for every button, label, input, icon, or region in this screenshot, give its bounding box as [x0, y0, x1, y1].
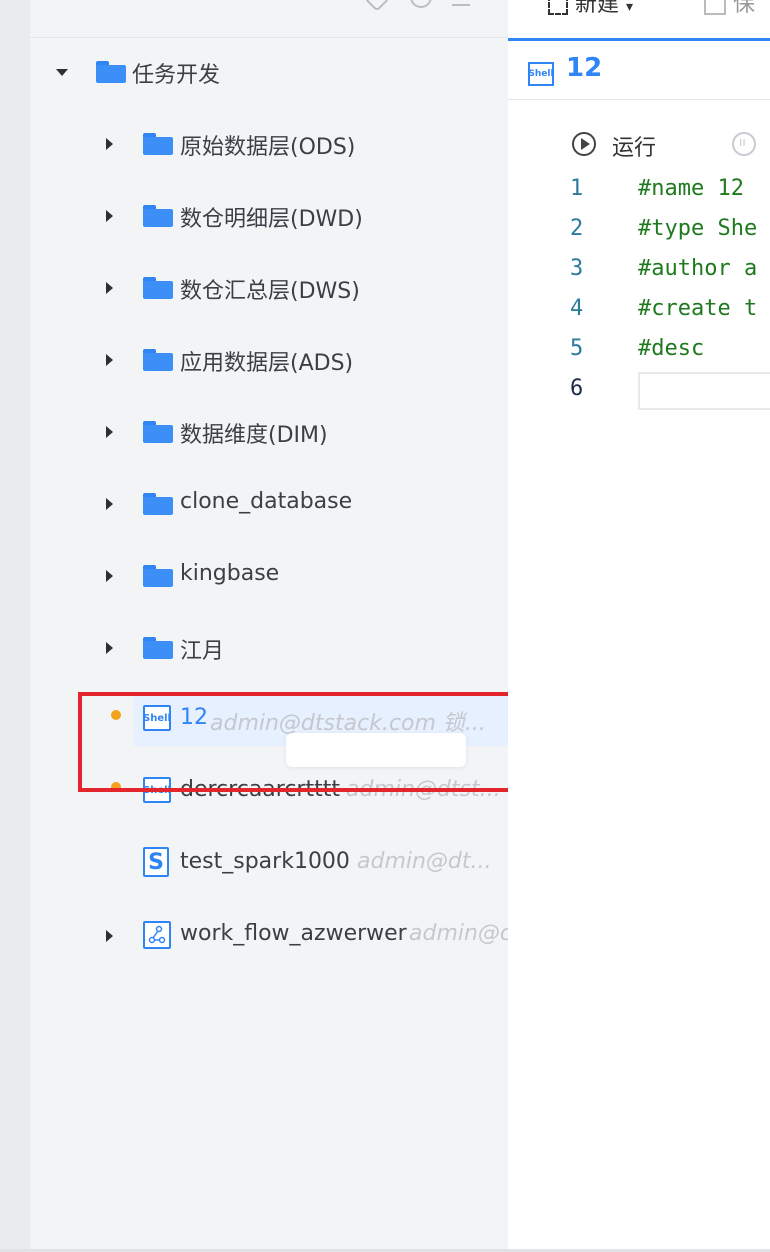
caret-right-icon[interactable]: [106, 138, 113, 150]
workflow-file-icon: [143, 921, 171, 949]
caret-right-icon[interactable]: [106, 642, 113, 654]
run-icon[interactable]: [572, 132, 596, 156]
tree-folder-dwd[interactable]: 数仓明细层(DWD): [30, 194, 508, 238]
tree-folder-dim[interactable]: 数据维度(DIM): [30, 410, 508, 454]
save-button[interactable]: 保: [704, 0, 755, 18]
tree-task-meta: admin@c: [409, 921, 508, 946]
tree-folder-label: 数仓汇总层(DWS): [180, 279, 360, 304]
code-line[interactable]: 2 #type She: [508, 216, 770, 256]
tree-folder-label: 数据维度(DIM): [180, 423, 328, 448]
folder-icon: [143, 133, 173, 155]
folder-open-icon: [96, 61, 126, 83]
caret-right-icon[interactable]: [106, 354, 113, 366]
refresh-icon[interactable]: [410, 0, 432, 8]
left-gutter: [0, 0, 30, 1252]
tree-folder-ads[interactable]: 应用数据层(ADS): [30, 338, 508, 382]
tree-folder-label: 应用数据层(ADS): [180, 351, 354, 376]
folder-icon: [143, 421, 173, 443]
line-number: 5: [570, 336, 584, 361]
tree-task-work-flow-azwerwer[interactable]: work_flow_azwerwer admin@c: [30, 914, 508, 958]
stop-icon[interactable]: [732, 132, 756, 156]
spark-file-icon: S: [143, 847, 169, 877]
tab-title: 12: [566, 53, 603, 83]
folder-icon: [143, 637, 173, 659]
save-button-label: 保: [733, 0, 756, 17]
folder-icon: [143, 205, 173, 227]
tree-task-name: work_flow_azwerwer: [180, 921, 407, 946]
caret-down-icon[interactable]: [56, 69, 68, 76]
tree-task-test-spark1000[interactable]: S test_spark1000 admin@dt...: [30, 842, 508, 886]
shell-tab-icon: Shell: [528, 62, 554, 86]
line-number: 4: [570, 296, 584, 321]
caret-right-icon[interactable]: [106, 930, 113, 942]
folder-icon: [143, 277, 173, 299]
tree-root-task-dev[interactable]: 任务开发: [30, 50, 508, 94]
code-line[interactable]: 4 #create t: [508, 296, 770, 336]
folder-icon: [143, 565, 173, 587]
new-button[interactable]: 新建 ▾: [548, 0, 633, 18]
code-text: #desc: [638, 336, 705, 361]
tree-folder-label: kingbase: [180, 561, 280, 586]
caret-right-icon[interactable]: [106, 282, 113, 294]
code-text: #create t: [638, 296, 758, 321]
tree-folder-label: 原始数据层(ODS): [180, 135, 356, 160]
caret-right-icon[interactable]: [106, 210, 113, 222]
caret-right-icon[interactable]: [106, 570, 113, 582]
tree-folder-kingbase[interactable]: kingbase: [30, 554, 508, 598]
code-line[interactable]: 5 #desc: [508, 336, 770, 376]
code-text: #author a: [638, 256, 758, 281]
tree-folder-ods[interactable]: 原始数据层(ODS): [30, 122, 508, 166]
tree-folder-clone-database[interactable]: clone_database: [30, 482, 508, 526]
tree-folder-label: 数仓明细层(DWD): [180, 207, 363, 232]
main-toolbar: 新建 ▾ 保: [508, 0, 770, 41]
add-icon: [548, 0, 568, 15]
run-button[interactable]: 运行: [612, 130, 656, 162]
line-number: 2: [570, 216, 584, 241]
tree-task-name: test_spark1000: [180, 849, 350, 874]
task-tree-sidebar: 任务开发 原始数据层(ODS) 数仓明细层(DWD) 数仓汇总层(DWS) 应用…: [30, 0, 508, 1252]
collapse-icon[interactable]: [452, 0, 470, 6]
locate-icon[interactable]: [364, 0, 390, 12]
tree-folder-label: 江月: [180, 639, 225, 664]
tree-folder-label: clone_database: [180, 489, 353, 514]
editor-panel: 新建 ▾ 保 12 Shell 运行 1 #name 12 2 #type Sh…: [508, 0, 770, 1252]
line-number: 3: [570, 256, 584, 281]
caret-right-icon[interactable]: [106, 426, 113, 438]
tree-folder-jiangyue[interactable]: 江月: [30, 626, 508, 670]
tree-folder-dws[interactable]: 数仓汇总层(DWS): [30, 266, 508, 310]
new-button-label: 新建: [575, 0, 620, 17]
annotation-highlight-box: [78, 692, 508, 792]
code-line[interactable]: 3 #author a: [508, 256, 770, 296]
line-number: 6: [570, 376, 584, 401]
code-line[interactable]: 1 #name 12: [508, 176, 770, 216]
active-line-box: [638, 372, 770, 410]
line-number: 1: [570, 176, 584, 201]
code-text: #type She: [638, 216, 758, 241]
code-text: #name 12: [638, 176, 744, 201]
caret-right-icon[interactable]: [106, 498, 113, 510]
save-icon: [704, 0, 726, 15]
tree-root-label: 任务开发: [132, 63, 221, 88]
folder-icon: [143, 349, 173, 371]
sidebar-toolbar: [30, 0, 508, 38]
caret-down-icon: ▾: [626, 0, 634, 15]
tree-task-meta: admin@dt...: [357, 849, 492, 874]
folder-icon: [143, 493, 173, 515]
